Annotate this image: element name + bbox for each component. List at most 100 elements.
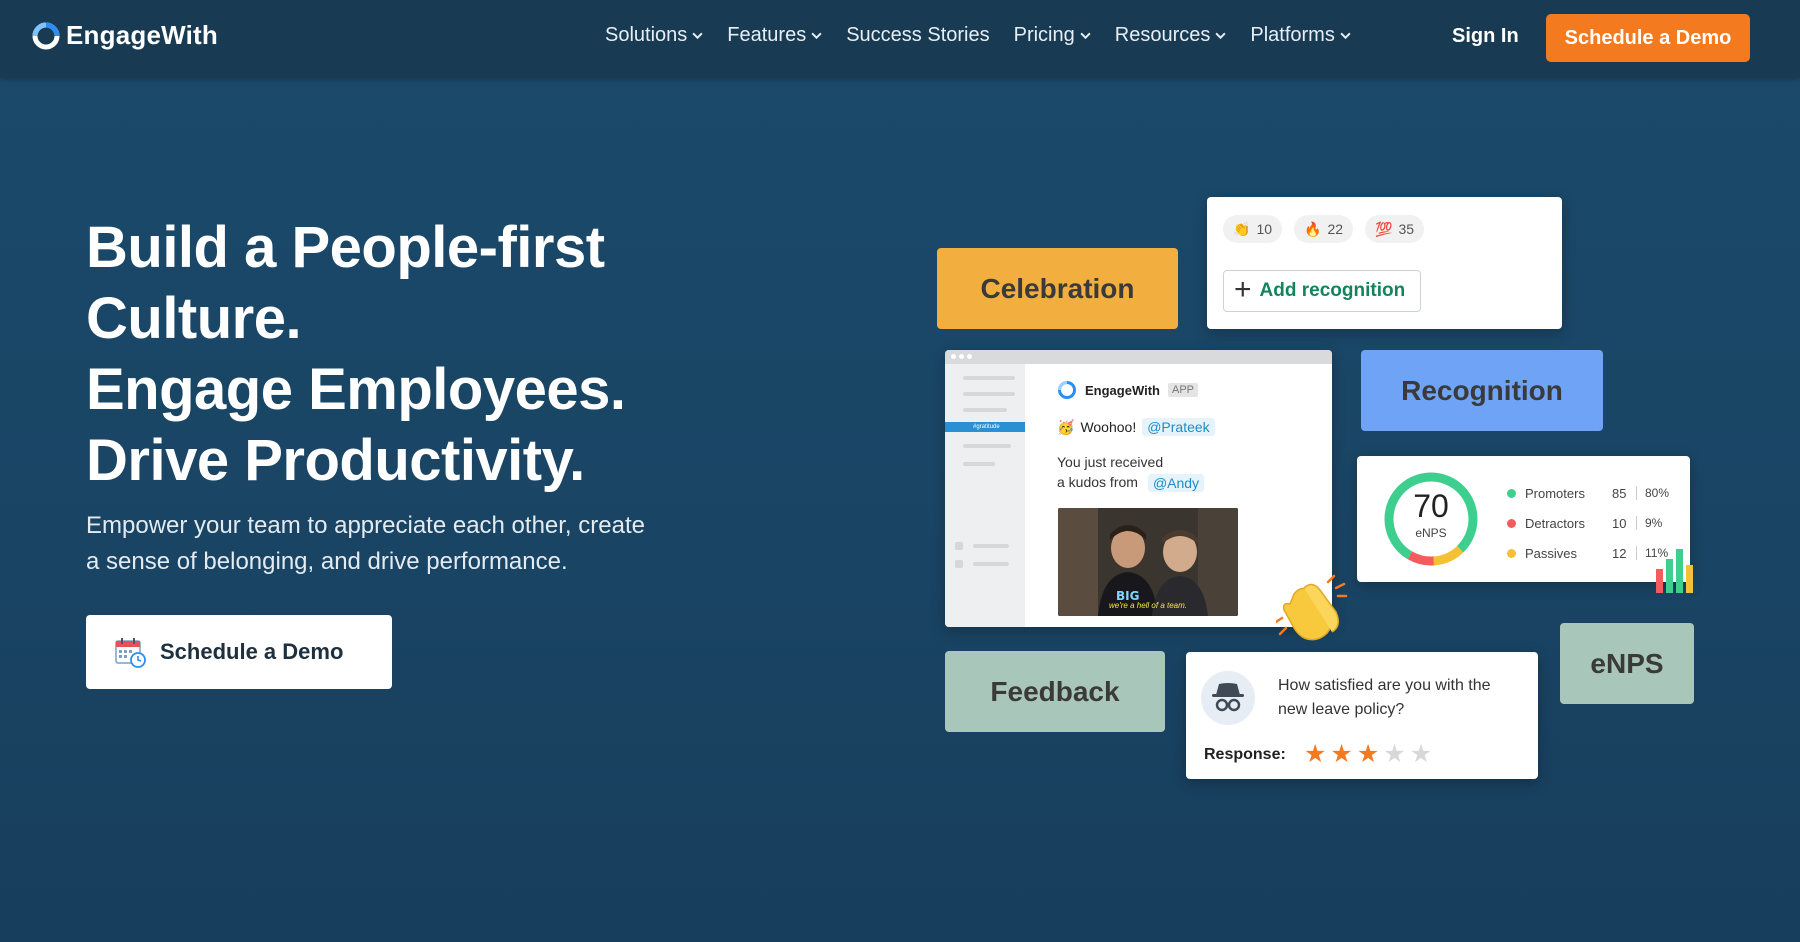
add-recognition-label: Add recognition: [1259, 280, 1406, 301]
enps-label: eNPS: [1415, 526, 1447, 540]
clap-emoji-icon: 👏: [1233, 220, 1251, 237]
nav-item-solutions[interactable]: Solutions: [605, 24, 703, 47]
enps-tag: eNPS: [1560, 623, 1694, 704]
sidebar-channel-active[interactable]: #gratitude: [945, 422, 1025, 432]
brand-name: EngageWith: [66, 20, 218, 50]
star-icon[interactable]: ★: [1357, 740, 1379, 768]
party-emoji-icon: 🥳: [1057, 418, 1075, 435]
kudos-line-1: You just received: [1057, 454, 1164, 470]
hero-title-line: Drive Productivity.: [86, 428, 585, 493]
enps-summary-card: 70 eNPS Promoters 85 80% Detractors 10 9…: [1357, 456, 1690, 582]
reaction-count: 22: [1327, 221, 1344, 237]
hero-subtitle: Empower your team to appreciate each oth…: [86, 508, 746, 580]
main-menu: Solutions Features Success Stories Prici…: [605, 24, 1351, 47]
nav-label: Success Stories: [846, 24, 990, 46]
enps-row-name: Detractors: [1525, 515, 1585, 531]
kudos-gif-image: BIG we're a hell of a team.: [1058, 508, 1238, 616]
response-label: Response:: [1204, 746, 1286, 763]
reaction-list: 👏 10 🔥 22 💯 35: [1223, 215, 1425, 243]
star-icon[interactable]: ★: [1383, 740, 1405, 768]
engagewith-logo-icon: [32, 22, 60, 49]
chat-sidebar: #gratitude: [945, 364, 1025, 627]
star-icon[interactable]: ★: [1304, 740, 1326, 768]
star-icon[interactable]: ★: [1330, 740, 1352, 768]
woohoo-text: Woohoo!: [1080, 419, 1137, 435]
feedback-tag: Feedback: [945, 651, 1165, 732]
nav-item-features[interactable]: Features: [727, 24, 822, 47]
nav-item-resources[interactable]: Resources: [1115, 24, 1227, 47]
reactions-card: 👏 10 🔥 22 💯 35 + Add recognition: [1207, 197, 1562, 329]
engagewith-logo-icon: [1058, 381, 1076, 399]
incognito-icon: [1212, 683, 1244, 712]
sign-in-link[interactable]: Sign In: [1452, 25, 1519, 48]
hero-subtitle-line: a sense of belonging, and drive performa…: [86, 548, 568, 575]
survey-card: How satisfied are you with the new leave…: [1186, 652, 1538, 779]
enps-row-count: 12: [1612, 545, 1627, 561]
hero-title: Build a People-first Culture. Engage Emp…: [86, 212, 726, 496]
mention-andy[interactable]: @Andy: [1147, 474, 1205, 492]
enps-row-count: 85: [1612, 485, 1627, 501]
chevron-down-icon: [1340, 32, 1351, 40]
calendar-icon: [115, 638, 146, 668]
enps-row-count: 10: [1612, 515, 1627, 531]
reaction-count: 10: [1256, 221, 1273, 237]
nav-item-success-stories[interactable]: Success Stories: [846, 24, 989, 47]
nav-label: Pricing: [1013, 24, 1075, 46]
chevron-down-icon: [1215, 32, 1226, 40]
nav-label: Features: [727, 24, 807, 46]
reaction-chip[interactable]: 👏 10: [1223, 215, 1283, 243]
recognition-tag: Recognition: [1361, 350, 1603, 431]
reaction-chip[interactable]: 💯 35: [1365, 215, 1425, 243]
kudos-line-2: a kudos from @Andy: [1057, 474, 1205, 492]
mention-prateek[interactable]: @Prateek: [1142, 418, 1215, 436]
chevron-down-icon: [811, 32, 822, 40]
top-navbar: EngageWith Solutions Features Success St…: [0, 0, 1800, 78]
chevron-down-icon: [692, 32, 703, 40]
star-rating[interactable]: ★ ★ ★ ★ ★: [1304, 740, 1432, 768]
brand-logo[interactable]: EngageWith: [32, 20, 218, 51]
schedule-demo-nav-button[interactable]: Schedule a Demo: [1546, 14, 1750, 62]
star-icon[interactable]: ★: [1410, 740, 1432, 768]
enps-row-promoters: Promoters 85 80%: [1507, 478, 1680, 508]
enps-row-detractors: Detractors 10 9%: [1507, 508, 1680, 538]
nav-item-platforms[interactable]: Platforms: [1250, 24, 1351, 47]
donut-segment-detractors: [1407, 551, 1434, 566]
chevron-down-icon: [1080, 32, 1091, 40]
passives-dot-icon: [1507, 548, 1516, 558]
app-badge: APP: [1168, 383, 1199, 397]
survey-question: How satisfied are you with the new leave…: [1278, 677, 1491, 718]
kudos-text: a kudos from: [1057, 474, 1138, 490]
nav-label: Solutions: [605, 24, 688, 46]
hero-title-line: Build a People-first: [86, 215, 605, 280]
chat-app-brand: EngageWith APP: [1057, 380, 1199, 400]
celebration-tag: Celebration: [937, 248, 1178, 329]
clapping-hands-icon: [1276, 574, 1348, 641]
nav-item-pricing[interactable]: Pricing: [1014, 24, 1091, 47]
schedule-demo-hero-button[interactable]: Schedule a Demo: [86, 615, 392, 689]
chat-message-card: #gratitude EngageWith APP 🥳 Woohoo! @Pra…: [945, 350, 1332, 627]
hero-title-line: Engage Employees.: [86, 357, 626, 422]
enps-breakdown: Promoters 85 80% Detractors 10 9% Passiv…: [1507, 478, 1680, 568]
enps-row-name: Promoters: [1525, 485, 1585, 501]
bar-chart-icon: [1656, 549, 1693, 593]
schedule-demo-label: Schedule a Demo: [160, 639, 344, 664]
reaction-chip[interactable]: 🔥 22: [1294, 215, 1354, 243]
window-dots-icon: [951, 354, 972, 359]
enps-score: 70: [1413, 488, 1449, 524]
nav-label: Resources: [1114, 24, 1211, 46]
nav-label: Platforms: [1250, 24, 1335, 46]
window-titlebar: [945, 350, 1332, 364]
enps-row-name: Passives: [1525, 545, 1578, 561]
hero-title-line: Culture.: [86, 286, 302, 351]
enps-row-passives: Passives 12 11%: [1507, 538, 1680, 568]
donut-segment-passives: [1433, 545, 1464, 566]
detractors-dot-icon: [1507, 518, 1516, 528]
add-recognition-button[interactable]: + Add recognition: [1223, 270, 1421, 312]
promoters-dot-icon: [1507, 488, 1516, 498]
hero-subtitle-line: Empower your team to appreciate each oth…: [86, 512, 645, 539]
anonymous-avatar: [1201, 671, 1255, 725]
gif-illustration: BIG: [1058, 508, 1238, 616]
gif-caption: we're a hell of a team.: [1108, 601, 1187, 610]
enps-row-pct: 80%: [1636, 486, 1680, 500]
enps-row-pct: 9%: [1636, 516, 1680, 530]
